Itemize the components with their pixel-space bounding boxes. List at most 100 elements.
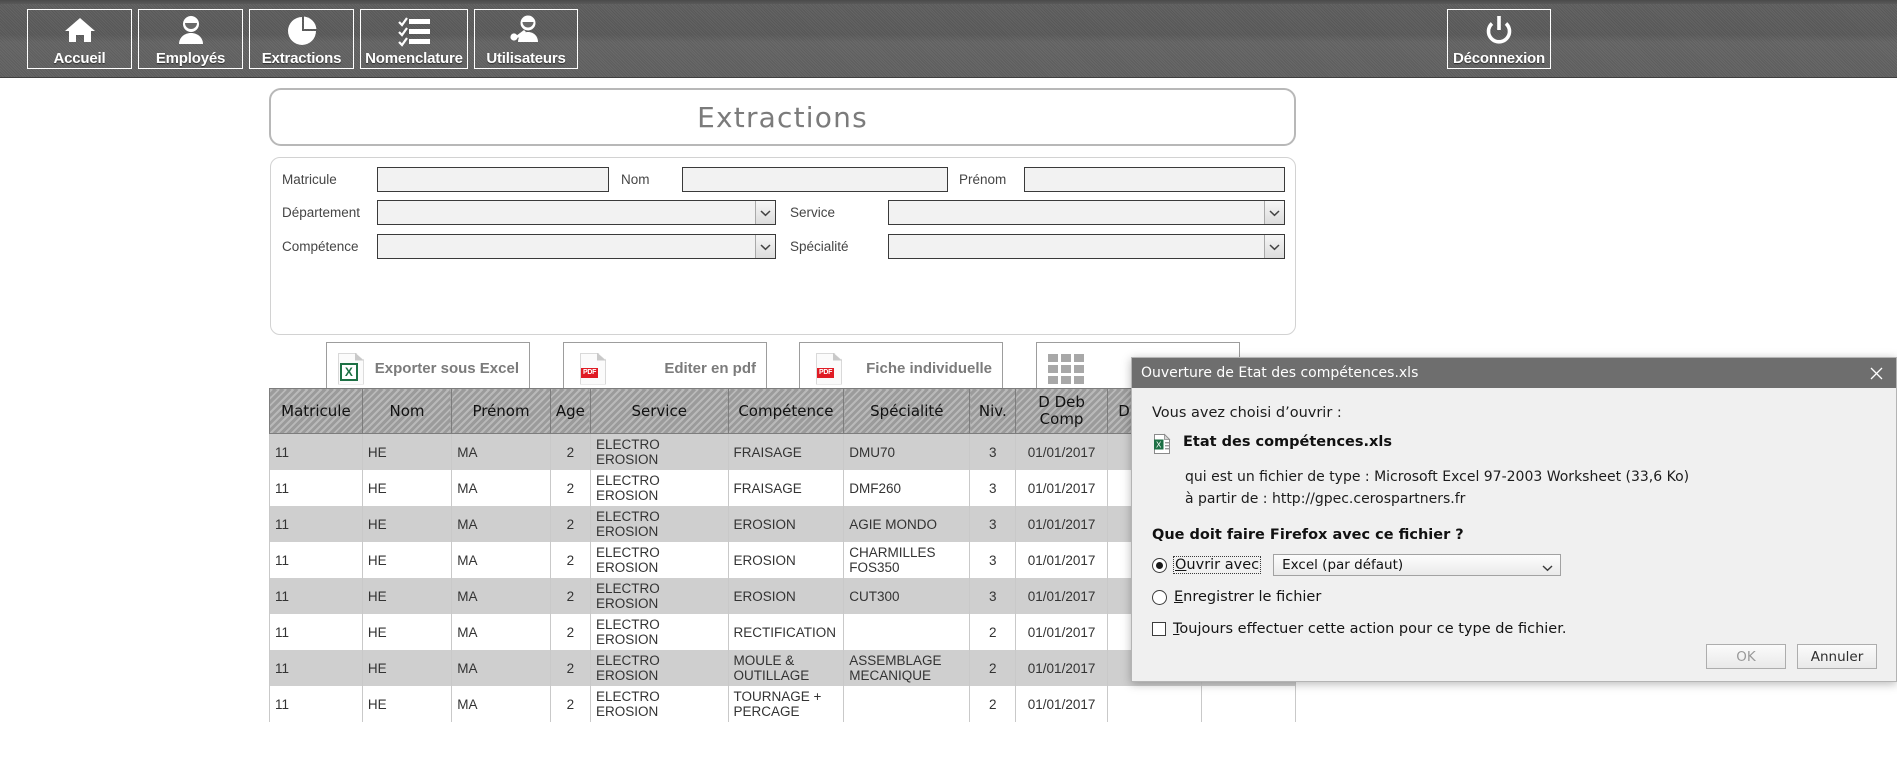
- departement-select[interactable]: [377, 200, 776, 225]
- cell-age: 2: [549, 470, 591, 506]
- cell-prenom: MA: [451, 614, 551, 650]
- dialog-question: Que doit faire Firefox avec ce fichier ?: [1152, 527, 1464, 543]
- cell-niv: 3: [969, 506, 1017, 542]
- ok-button[interactable]: OK: [1706, 644, 1786, 669]
- cell-nom: HE: [361, 614, 453, 650]
- col-age[interactable]: Age: [549, 388, 591, 434]
- cancel-button[interactable]: Annuler: [1797, 644, 1877, 669]
- cell-matricule: 11: [269, 542, 363, 578]
- save-file-label-rest: nregistrer le fichier: [1183, 589, 1322, 605]
- cell-age: 2: [549, 650, 591, 686]
- prenom-input[interactable]: [1024, 167, 1285, 192]
- cell-specialite: CUT300: [843, 578, 971, 614]
- nav-item-extractions[interactable]: Extractions: [249, 9, 354, 69]
- nav-item-employes[interactable]: Employés: [138, 9, 243, 69]
- pie-chart-icon: [250, 10, 353, 51]
- cell-competence: FRAISAGE: [727, 433, 845, 470]
- cell-age: 2: [549, 614, 591, 650]
- col-date-debut-comp[interactable]: D Deb Comp: [1015, 388, 1108, 434]
- cell-service: ELECTRO EROSION: [589, 433, 729, 470]
- specialite-select[interactable]: [888, 234, 1285, 259]
- competence-label: Compétence: [282, 239, 359, 254]
- competence-select[interactable]: [377, 234, 776, 259]
- cell-service: ELECTRO EROSION: [589, 578, 729, 614]
- cell-prenom: MA: [451, 433, 551, 470]
- cell-niv: 3: [969, 470, 1017, 506]
- svg-text:X: X: [1156, 440, 1162, 449]
- save-file-radio[interactable]: [1152, 589, 1167, 605]
- page-content: Extractions Matricule Nom Prénom Départe…: [0, 78, 1897, 767]
- col-prenom[interactable]: Prénom: [451, 388, 551, 434]
- pdf-file-icon: PDF: [564, 352, 622, 385]
- always-do-this-checkbox[interactable]: [1152, 622, 1166, 636]
- cell-service: ELECTRO EROSION: [589, 542, 729, 578]
- cell-prenom: MA: [451, 506, 551, 542]
- power-icon: [1448, 10, 1550, 51]
- col-competence[interactable]: Compétence: [727, 388, 845, 434]
- cell-age: 2: [549, 578, 591, 614]
- specialite-label: Spécialité: [790, 239, 849, 254]
- always-do-this-row[interactable]: Toujours effectuer cette action pour ce …: [1152, 621, 1876, 637]
- cell-specialite: CHARMILLES FOS350: [843, 542, 971, 578]
- cell-prenom: MA: [451, 542, 551, 578]
- excel-file-icon: X: [327, 352, 375, 385]
- cell-matricule: 11: [269, 506, 363, 542]
- nav-label: Employés: [155, 50, 226, 67]
- cell-prenom: MA: [451, 470, 551, 506]
- user-icon: [139, 10, 242, 51]
- filter-row-1: Matricule Nom Prénom: [271, 167, 1295, 193]
- open-with-label: Ouvrir avec: [1172, 556, 1262, 574]
- matricule-input[interactable]: [377, 167, 609, 192]
- cell-competence: EROSION: [727, 542, 845, 578]
- col-nom[interactable]: Nom: [361, 388, 453, 434]
- cell-competence: EROSION: [727, 578, 845, 614]
- save-file-option-row[interactable]: Enregistrer le fichier: [1152, 589, 1876, 605]
- open-with-label-rest: uvrir avec: [1186, 557, 1260, 573]
- individual-sheet-label: Fiche individuelle: [866, 360, 992, 377]
- cell-specialite: [843, 614, 971, 650]
- col-specialite[interactable]: Spécialité: [843, 388, 971, 434]
- cell-ddeb: 01/01/2017: [1015, 686, 1108, 722]
- cell-niv: 3: [969, 433, 1017, 470]
- dialog-body: Vous avez choisi d’ouvrir : X Etat des c…: [1132, 388, 1896, 683]
- nav-item-utilisateurs[interactable]: Utilisateurs: [474, 9, 578, 69]
- col-niveau[interactable]: Niv.: [969, 388, 1017, 434]
- page-title: Extractions: [697, 100, 868, 134]
- nav-item-deconnexion[interactable]: Déconnexion: [1447, 9, 1551, 69]
- cell-ddeb: 01/01/2017: [1015, 650, 1108, 686]
- col-service[interactable]: Service: [589, 388, 729, 434]
- prenom-label: Prénom: [959, 172, 1007, 187]
- dialog-footer: OK Annuler: [1706, 644, 1877, 669]
- chevron-down-icon: [755, 201, 775, 224]
- col-matricule[interactable]: Matricule: [269, 388, 363, 434]
- cell-matricule: 11: [269, 686, 363, 722]
- service-label: Service: [790, 205, 836, 220]
- service-select[interactable]: [888, 200, 1285, 225]
- cell-nom: HE: [361, 686, 453, 722]
- open-with-option-row[interactable]: Ouvrir avec Excel (par défaut): [1152, 554, 1876, 576]
- nom-input[interactable]: [682, 167, 948, 192]
- filter-row-3: Compétence Spécialité: [271, 234, 1295, 260]
- cell-service: ELECTRO EROSION: [589, 650, 729, 686]
- cell-prenom: MA: [451, 650, 551, 686]
- cell-service: ELECTRO EROSION: [589, 470, 729, 506]
- table-row[interactable]: 11 HE MA 2 ELECTRO EROSION TOURNAGE + PERCAGE…: [269, 686, 1297, 722]
- file-open-dialog: Ouverture de Etat des compétences.xls Vo…: [1131, 357, 1897, 682]
- close-icon[interactable]: [1856, 358, 1896, 388]
- cell-service: ELECTRO EROSION: [589, 506, 729, 542]
- open-with-radio[interactable]: [1152, 557, 1167, 573]
- dialog-title: Ouverture de Etat des compétences.xls: [1141, 365, 1419, 381]
- cell-matricule: 11: [269, 614, 363, 650]
- cell-specialite: DMF260: [843, 470, 971, 506]
- topbar-edge: [0, 0, 1897, 4]
- cell-age: 2: [549, 542, 591, 578]
- cell-ddeb: 01/01/2017: [1015, 578, 1108, 614]
- application-select-value: Excel (par défaut): [1282, 557, 1404, 573]
- application-select[interactable]: Excel (par défaut): [1273, 554, 1562, 576]
- nav-item-accueil[interactable]: Accueil: [27, 9, 132, 69]
- cell-competence: EROSION: [727, 506, 845, 542]
- cell-ddeb: 01/01/2017: [1015, 542, 1108, 578]
- nav-item-nomenclature[interactable]: Nomenclature: [360, 9, 468, 69]
- always-do-this-label: Toujours effectuer cette action pour ce …: [1173, 621, 1567, 637]
- dialog-file-name: Etat des compétences.xls: [1183, 434, 1392, 450]
